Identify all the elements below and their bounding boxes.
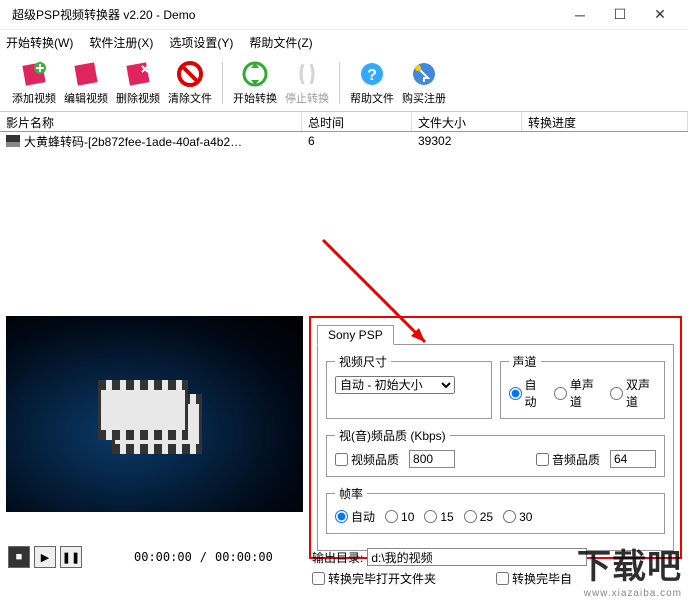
menubar: 开始转换(W) 软件注册(X) 选项设置(Y) 帮助文件(Z): [0, 30, 688, 54]
timecode-total: 00:00:00: [215, 550, 273, 564]
preview-panel: [6, 316, 303, 559]
watermark: 下载吧 www.xiazaiba.com: [577, 539, 682, 599]
toolbar-separator-2: [339, 62, 340, 104]
help-button[interactable]: ? 帮助文件: [346, 60, 398, 106]
video-size-group: 视频尺寸 自动 - 初始大小: [326, 353, 492, 419]
transport-controls: ■ ▶ ❚❚ 00:00:00 / 00:00:00: [8, 546, 273, 568]
open-folder-check[interactable]: 转换完毕打开文件夹: [312, 570, 436, 587]
audio-quality-check[interactable]: 音频品质: [536, 451, 600, 468]
clear-files-button[interactable]: 清除文件: [164, 60, 216, 106]
filmstrip-icon: [98, 380, 208, 458]
menu-register[interactable]: 软件注册(X): [89, 34, 153, 51]
add-icon: [20, 60, 48, 88]
edit-icon: [72, 60, 100, 88]
cell-size: 39302: [412, 134, 522, 148]
add-video-button[interactable]: 添加视频: [8, 60, 60, 106]
video-quality-check[interactable]: 视频品质: [335, 451, 399, 468]
fps-15[interactable]: 15: [424, 510, 453, 524]
edit-video-button[interactable]: 编辑视频: [60, 60, 112, 106]
audio-quality-input[interactable]: [610, 450, 656, 468]
stop-icon: [293, 60, 321, 88]
toolbar-separator: [222, 62, 223, 104]
channel-label: 声道: [509, 353, 541, 370]
col-size[interactable]: 文件大小: [412, 112, 522, 131]
channel-group: 声道 自动 单声道 双声道: [500, 353, 666, 419]
list-row[interactable]: 大黄蜂转码-[2b872fee-1ade-40af-a4b2… 6 39302: [0, 132, 688, 150]
buy-register-button[interactable]: 购买注册: [398, 60, 450, 106]
minimize-button[interactable]: ─: [560, 0, 600, 30]
video-size-label: 视频尺寸: [335, 353, 391, 370]
menu-start[interactable]: 开始转换(W): [6, 34, 73, 51]
play-button[interactable]: ▶: [34, 546, 56, 568]
video-size-select[interactable]: 自动 - 初始大小: [335, 376, 455, 394]
fps-label: 帧率: [335, 485, 367, 502]
fps-30[interactable]: 30: [503, 510, 532, 524]
titlebar: 超级PSP视频转换器 v2.20 - Demo ─ ☐ ✕: [0, 0, 688, 30]
channel-mono[interactable]: 单声道: [554, 376, 600, 410]
post-convert-options: 转换完毕打开文件夹 转换完毕自: [312, 570, 572, 587]
list-header: 影片名称 总时间 文件大小 转换进度: [0, 112, 688, 132]
output-label: 输出目录:: [312, 549, 363, 566]
svg-text:?: ?: [367, 67, 377, 84]
fps-group: 帧率 自动 10 15 25 30: [326, 485, 665, 534]
timecode-current: 00:00:00: [134, 550, 192, 564]
stop-convert-button[interactable]: 停止转换: [281, 60, 333, 106]
close-button[interactable]: ✕: [640, 0, 680, 30]
menu-options[interactable]: 选项设置(Y): [169, 34, 233, 51]
start-icon: [241, 60, 269, 88]
fps-10[interactable]: 10: [385, 510, 414, 524]
fps-25[interactable]: 25: [464, 510, 493, 524]
cell-name: 大黄蜂转码-[2b872fee-1ade-40af-a4b2…: [24, 133, 242, 150]
fps-auto[interactable]: 自动: [335, 508, 375, 525]
buy-icon: [410, 60, 438, 88]
maximize-button[interactable]: ☐: [600, 0, 640, 30]
channel-stereo[interactable]: 双声道: [610, 376, 656, 410]
file-list[interactable]: 大黄蜂转码-[2b872fee-1ade-40af-a4b2… 6 39302: [0, 132, 688, 310]
delete-icon: [124, 60, 152, 88]
menu-help[interactable]: 帮助文件(Z): [249, 34, 312, 51]
delete-video-button[interactable]: 删除视频: [112, 60, 164, 106]
pause-button[interactable]: ❚❚: [60, 546, 82, 568]
channel-auto[interactable]: 自动: [509, 376, 544, 410]
start-convert-button[interactable]: 开始转换: [229, 60, 281, 106]
preview-area[interactable]: [6, 316, 303, 512]
settings-panel: Sony PSP 视频尺寸 自动 - 初始大小 声道 自动 单声道 双声道 视(…: [309, 316, 682, 559]
toolbar: 添加视频 编辑视频 删除视频 清除文件 开始转换 停止转换 ? 帮助文件 购买注…: [0, 54, 688, 112]
video-file-icon: [6, 135, 20, 147]
window-title: 超级PSP视频转换器 v2.20 - Demo: [8, 6, 560, 23]
video-quality-input[interactable]: [409, 450, 455, 468]
output-row: 输出目录:: [312, 548, 587, 566]
quality-group: 视(音)频品质 (Kbps) 视频品质 音频品质: [326, 427, 665, 477]
tab-sony-psp[interactable]: Sony PSP: [317, 325, 394, 345]
output-path-input[interactable]: [367, 548, 587, 566]
clear-icon: [176, 60, 204, 88]
stop-playback-button[interactable]: ■: [8, 546, 30, 568]
cell-duration: 6: [302, 134, 412, 148]
col-progress[interactable]: 转换进度: [522, 112, 688, 131]
quality-label: 视(音)频品质 (Kbps): [335, 427, 450, 444]
help-icon: ?: [358, 60, 386, 88]
col-duration[interactable]: 总时间: [302, 112, 412, 131]
shutdown-check[interactable]: 转换完毕自: [496, 570, 572, 587]
col-name[interactable]: 影片名称: [0, 112, 302, 131]
